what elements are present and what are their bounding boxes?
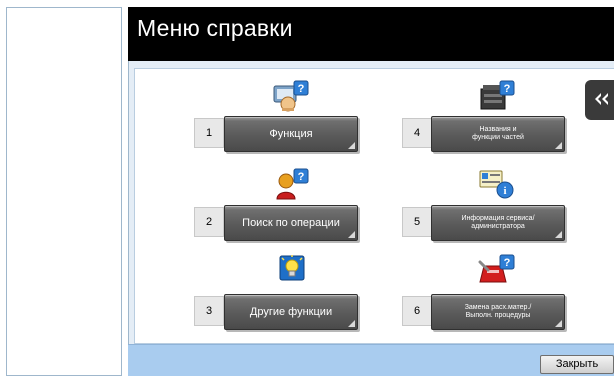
corner-marker	[555, 231, 562, 238]
corner-marker	[348, 320, 355, 327]
close-button[interactable]: Закрыть	[540, 355, 614, 374]
function-button[interactable]: Функция	[224, 116, 358, 152]
service-admin-info-button[interactable]: Информация сервиса/ администратора	[431, 205, 565, 241]
operation-search-icon: ?	[274, 168, 312, 200]
svg-text:i: i	[503, 185, 506, 197]
item-3-number: 3	[194, 296, 224, 326]
other-functions-button[interactable]: Другие функции	[224, 294, 358, 330]
other-functions-icon	[278, 254, 316, 286]
svg-text:?: ?	[298, 83, 305, 95]
corner-marker	[348, 142, 355, 149]
svg-text:?: ?	[298, 171, 305, 183]
item-5-number: 5	[402, 207, 432, 237]
collapse-side-tab[interactable]	[585, 80, 614, 120]
item-6-number: 6	[402, 296, 432, 326]
other-functions-button-label: Другие функции	[249, 306, 333, 318]
title-bar: Меню справки	[128, 7, 614, 61]
corner-marker	[555, 142, 562, 149]
consumables-replace-button-label: Замена расх.матер./ Выполн. процедуры	[464, 304, 532, 319]
consumables-replace-icon: ?	[478, 254, 516, 286]
item-4-number: 4	[402, 118, 432, 148]
item-1-number: 1	[194, 118, 224, 148]
left-panel	[6, 7, 122, 376]
function-button-label: Функция	[269, 128, 313, 140]
parts-names-icon: ?	[478, 80, 516, 112]
service-admin-info-button-label: Информация сервиса/ администратора	[461, 215, 535, 230]
function-help-icon: ?	[272, 80, 310, 112]
operation-search-button[interactable]: Поиск по операции	[224, 205, 358, 241]
page-title: Меню справки	[137, 15, 293, 41]
consumables-replace-button[interactable]: Замена расх.матер./ Выполн. процедуры	[431, 294, 565, 330]
svg-text:?: ?	[504, 257, 511, 269]
corner-marker	[555, 320, 562, 327]
operation-search-button-label: Поиск по операции	[242, 217, 340, 229]
corner-marker	[348, 231, 355, 238]
parts-names-button[interactable]: Названия и функции частей	[431, 116, 565, 152]
help-menu-screen: Меню справки ? 1 Функция ? 2 Поиск по оп…	[0, 0, 614, 376]
service-admin-info-icon: i	[478, 168, 516, 200]
item-2-number: 2	[194, 207, 224, 237]
parts-names-button-label: Названия и функции частей	[472, 126, 524, 141]
svg-text:?: ?	[504, 83, 511, 95]
double-chevron-left-icon	[593, 91, 609, 112]
